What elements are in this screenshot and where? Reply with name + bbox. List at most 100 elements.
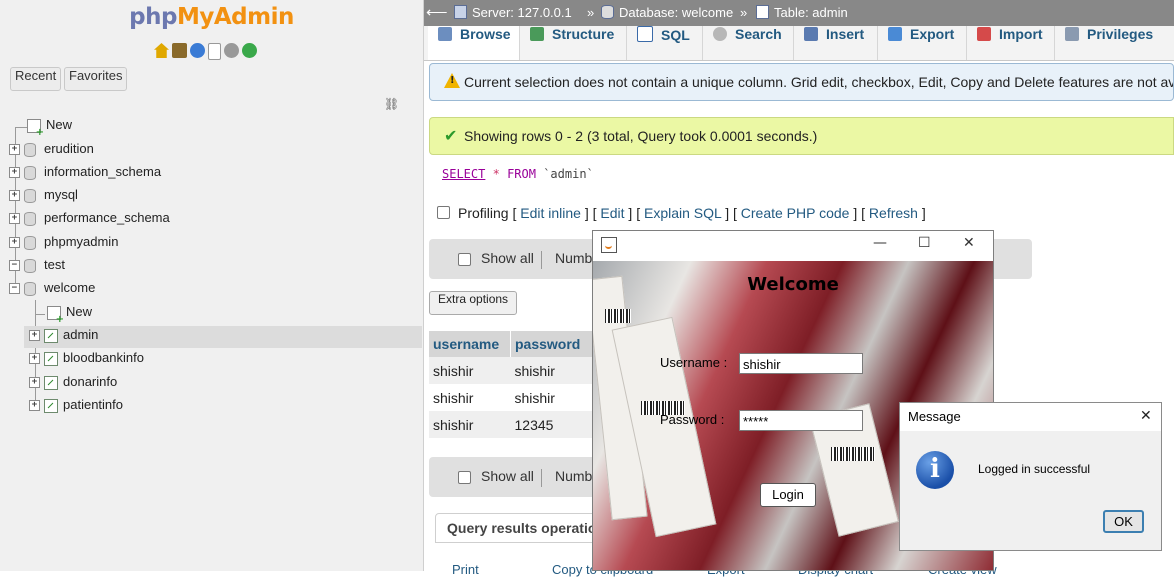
print-link[interactable]: Print xyxy=(452,562,479,577)
extra-options-button[interactable]: Extra options xyxy=(429,291,518,315)
message-dialog-title: Message xyxy=(900,403,1161,431)
column-header-password[interactable]: password xyxy=(510,331,600,357)
tab-browse[interactable]: Browse xyxy=(428,26,520,60)
tree-item-mysql[interactable]: + mysql xyxy=(9,187,78,207)
database-icon xyxy=(24,281,36,296)
favorites-button[interactable]: Favorites xyxy=(64,67,128,91)
sql-icon xyxy=(637,26,653,42)
tree-item-bloodbankinfo[interactable]: + bloodbankinfo xyxy=(29,350,144,370)
minimize-icon[interactable]: — xyxy=(873,235,887,251)
column-header-username[interactable]: username xyxy=(429,331,511,357)
recent-button[interactable]: Recent xyxy=(10,67,62,91)
server-icon xyxy=(454,5,467,19)
home-icon[interactable] xyxy=(154,43,169,58)
database-icon xyxy=(24,188,36,203)
checkmark-icon: ✔ xyxy=(444,126,458,145)
phpmyadmin-logo[interactable]: phpMyAdmin xyxy=(0,4,423,30)
expand-icon[interactable]: + xyxy=(29,330,40,342)
tab-insert[interactable]: Insert xyxy=(794,26,878,60)
tab-bar: Browse Structure SQL Search Insert Expor… xyxy=(424,26,1174,61)
username-label: Username : xyxy=(660,355,728,370)
settings-icon[interactable] xyxy=(224,43,239,58)
structure-icon xyxy=(530,27,544,41)
information-icon xyxy=(916,451,954,489)
expand-icon[interactable]: + xyxy=(29,353,40,365)
tab-search[interactable]: Search xyxy=(703,26,794,60)
show-all-label: Show all xyxy=(481,468,534,484)
profiling-checkbox[interactable] xyxy=(437,206,450,219)
profiling-row: Profiling [ Edit inline ] [ Edit ] [ Exp… xyxy=(437,205,926,221)
expand-icon[interactable]: + xyxy=(9,213,20,225)
logout-icon[interactable] xyxy=(172,43,187,58)
database-icon xyxy=(601,5,614,19)
ok-button[interactable]: OK xyxy=(1103,510,1144,533)
refresh-link[interactable]: Refresh xyxy=(869,205,918,221)
close-icon[interactable]: ✕ xyxy=(963,235,975,251)
maximize-icon[interactable]: ☐ xyxy=(918,235,931,251)
tree-item-test[interactable]: − test xyxy=(9,257,65,277)
table-row: shishir 12345 xyxy=(429,411,600,438)
success-notice: ✔ Showing rows 0 - 2 (3 total, Query too… xyxy=(429,117,1174,155)
expand-icon[interactable]: + xyxy=(9,237,20,249)
import-icon xyxy=(977,27,991,41)
tree-item-phpmyadmin[interactable]: + phpmyadmin xyxy=(9,234,118,254)
tab-structure[interactable]: Structure xyxy=(520,26,627,60)
show-all-checkbox[interactable] xyxy=(458,253,471,266)
nav-icon-bar xyxy=(154,43,257,60)
browse-icon xyxy=(438,27,452,41)
table-icon xyxy=(44,351,58,366)
close-icon[interactable]: ✕ xyxy=(1140,408,1152,424)
breadcrumb-server[interactable]: Server: 127.0.0.1 xyxy=(454,5,572,20)
expand-icon[interactable]: + xyxy=(9,167,20,179)
table-cell: shishir xyxy=(429,357,511,384)
password-label: Password : xyxy=(660,412,725,427)
table-cell: 12345 xyxy=(510,411,600,438)
table-icon xyxy=(44,328,58,343)
tree-guide-line xyxy=(35,314,45,315)
table-cell: shishir xyxy=(510,357,600,384)
expand-icon[interactable]: + xyxy=(29,377,40,389)
tree-item-performance-schema[interactable]: + performance_schema xyxy=(9,210,170,230)
privileges-icon xyxy=(1065,27,1079,41)
warning-icon xyxy=(444,73,460,88)
tree-item-patientinfo[interactable]: + patientinfo xyxy=(29,397,123,417)
tab-privileges[interactable]: Privileges xyxy=(1055,26,1174,60)
collapse-icon[interactable]: − xyxy=(9,283,20,295)
expand-icon[interactable]: + xyxy=(9,190,20,202)
login-button[interactable]: Login xyxy=(760,483,816,507)
docs-icon[interactable] xyxy=(208,43,221,60)
edit-inline-link[interactable]: Edit inline xyxy=(520,205,581,221)
help-icon[interactable] xyxy=(190,43,205,58)
edit-link[interactable]: Edit xyxy=(600,205,624,221)
query-results-operations: Query results operations xyxy=(435,513,615,543)
tree-item-welcome[interactable]: − welcome xyxy=(9,280,95,300)
explain-sql-link[interactable]: Explain SQL xyxy=(644,205,721,221)
tree-item-new[interactable]: New xyxy=(27,117,72,138)
table-icon xyxy=(44,398,58,413)
expand-icon[interactable]: + xyxy=(9,144,20,156)
password-field[interactable]: ***** xyxy=(739,410,863,431)
create-php-code-link[interactable]: Create PHP code xyxy=(741,205,850,221)
table-row: shishir shishir xyxy=(429,384,600,411)
tab-export[interactable]: Export xyxy=(878,26,967,60)
tab-sql[interactable]: SQL xyxy=(627,26,703,60)
tree-item-admin[interactable]: + admin xyxy=(29,327,98,347)
table-row: shishir shishir xyxy=(429,357,600,384)
username-field[interactable]: shishir xyxy=(739,353,863,374)
export-icon xyxy=(888,27,902,41)
show-all-checkbox[interactable] xyxy=(458,471,471,484)
back-arrow-icon[interactable]: ⟵ xyxy=(426,3,448,21)
breadcrumb-table[interactable]: Table: admin xyxy=(756,5,848,20)
tab-import[interactable]: Import xyxy=(967,26,1055,60)
tree-item-new-table[interactable]: New xyxy=(47,304,92,325)
tree-item-erudition[interactable]: + erudition xyxy=(9,141,94,161)
reload-icon[interactable] xyxy=(242,43,257,58)
database-icon xyxy=(24,142,36,157)
tree-item-donarinfo[interactable]: + donarinfo xyxy=(29,374,117,394)
link-chain-icon[interactable]: ⛓ xyxy=(384,97,399,111)
collapse-icon[interactable]: − xyxy=(9,260,20,272)
expand-icon[interactable]: + xyxy=(29,400,40,412)
breadcrumb-database[interactable]: Database: welcome xyxy=(601,5,733,20)
tree-item-information-schema[interactable]: + information_schema xyxy=(9,164,161,184)
insert-icon xyxy=(804,27,818,41)
